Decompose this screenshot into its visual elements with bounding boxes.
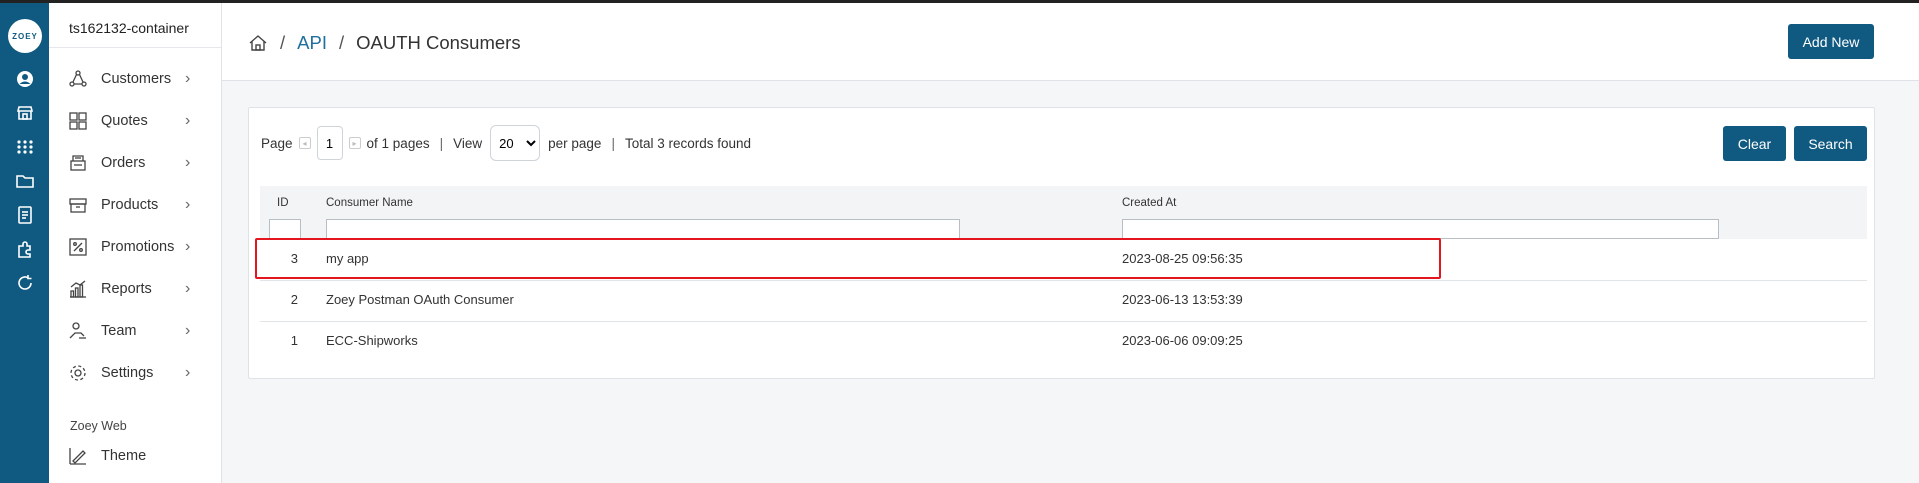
- quotes-grid-icon: [67, 110, 89, 132]
- document-icon[interactable]: [14, 204, 36, 226]
- per-page-select[interactable]: 20: [490, 125, 541, 161]
- pager-separator: |: [611, 135, 615, 151]
- pager-separator: |: [439, 135, 444, 151]
- table-header: ID Consumer Name Created At: [260, 186, 1867, 239]
- column-header-created-at[interactable]: Created At: [1122, 197, 1176, 209]
- chevron-right-icon: ›: [185, 112, 191, 129]
- sidebar-item-orders[interactable]: Orders ›: [49, 144, 221, 182]
- search-button[interactable]: Search: [1794, 126, 1867, 161]
- page-header: / API / OAUTH Consumers Add New: [222, 3, 1919, 81]
- sidebar-item-settings[interactable]: Settings ›: [49, 354, 221, 392]
- storefront-icon[interactable]: [14, 102, 36, 124]
- chevron-right-icon: ›: [185, 280, 191, 297]
- row-id: 1: [290, 333, 298, 348]
- row-id: 2: [290, 292, 298, 307]
- sidebar-item-label: Team: [101, 323, 137, 339]
- chevron-right-icon: ›: [185, 70, 191, 87]
- id-filter-input[interactable]: [269, 219, 301, 239]
- chevron-right-icon: ›: [185, 238, 191, 255]
- per-page-label: per page: [548, 135, 602, 151]
- chevron-right-icon: ›: [185, 322, 191, 339]
- zoey-logo[interactable]: ZOEY: [8, 19, 42, 53]
- chevron-right-icon: ›: [185, 364, 191, 381]
- page-label: Page: [261, 135, 293, 151]
- pager: Page ◂ ▸ of 1 pages | View 20 per page |…: [261, 125, 752, 161]
- gear-icon: [67, 362, 89, 384]
- table-row[interactable]: 1 ECC-Shipworks 2023-06-06 09:09:25: [260, 321, 1867, 362]
- prev-page-icon[interactable]: ◂: [298, 137, 311, 149]
- breadcrumb: / API / OAUTH Consumers: [248, 32, 521, 54]
- page-count-text: of 1 pages: [366, 135, 430, 151]
- total-records-text: Total 3 records found: [624, 135, 752, 151]
- next-page-icon[interactable]: ▸: [348, 137, 361, 149]
- clear-button[interactable]: Clear: [1723, 126, 1786, 161]
- view-label: View: [453, 135, 483, 151]
- column-header-id[interactable]: ID: [277, 197, 289, 209]
- sidebar-item-label: Products: [101, 197, 159, 213]
- sidebar-item-label: Customers: [101, 71, 172, 87]
- page-number-input[interactable]: [316, 126, 343, 160]
- breadcrumb-separator: /: [280, 32, 286, 53]
- sidebar-item-label: Reports: [101, 281, 152, 297]
- apps-grid-icon[interactable]: [14, 136, 36, 158]
- theme-brush-icon: [67, 445, 89, 467]
- sidebar-item-team[interactable]: Team ›: [49, 312, 221, 350]
- chevron-right-icon: ›: [185, 196, 191, 213]
- sidebar-item-label: Quotes: [101, 113, 148, 129]
- column-header-consumer-name[interactable]: Consumer Name: [326, 197, 413, 209]
- sidebar: ts162132-container Customers › Quotes › …: [49, 3, 222, 483]
- row-created-at: 2023-06-06 09:09:25: [1122, 333, 1243, 348]
- chevron-right-icon: ›: [185, 154, 191, 171]
- consumer-name-filter-input[interactable]: [326, 219, 960, 239]
- breadcrumb-api-link[interactable]: API: [297, 32, 327, 54]
- sidebar-item-customers[interactable]: Customers ›: [49, 60, 221, 98]
- row-consumer-name: Zoey Postman OAuth Consumer: [326, 292, 514, 307]
- row-consumer-name: ECC-Shipworks: [326, 333, 418, 348]
- products-box-icon: [67, 194, 89, 216]
- icon-rail: ZOEY: [0, 3, 49, 483]
- page-title: OAUTH Consumers: [356, 32, 521, 53]
- row-created-at: 2023-06-13 13:53:39: [1122, 292, 1243, 307]
- sidebar-item-theme[interactable]: Theme: [49, 437, 221, 475]
- orders-box-icon: [67, 152, 89, 174]
- sidebar-section-label: Zoey Web: [70, 419, 127, 433]
- breadcrumb-separator: /: [338, 32, 345, 53]
- sidebar-item-label: Orders: [101, 155, 146, 171]
- sidebar-item-promotions[interactable]: Promotions ›: [49, 228, 221, 266]
- folder-icon[interactable]: [14, 170, 36, 192]
- sidebar-item-quotes[interactable]: Quotes ›: [49, 102, 221, 140]
- table-row[interactable]: 2 Zoey Postman OAuth Consumer 2023-06-13…: [260, 280, 1867, 322]
- percent-tag-icon: [67, 236, 89, 258]
- team-hand-icon: [67, 320, 89, 342]
- sidebar-item-products[interactable]: Products ›: [49, 186, 221, 224]
- sidebar-item-label: Promotions: [101, 239, 175, 255]
- row-highlight-box: [255, 238, 1441, 279]
- home-icon[interactable]: [248, 33, 268, 53]
- people-network-icon: [67, 68, 89, 90]
- user-circle-icon[interactable]: [14, 68, 36, 90]
- created-at-filter-input[interactable]: [1122, 219, 1719, 239]
- add-new-button[interactable]: Add New: [1788, 24, 1874, 59]
- divider: [49, 47, 221, 48]
- sync-icon[interactable]: [14, 272, 36, 294]
- sidebar-item-label: Settings: [101, 365, 154, 381]
- bar-chart-icon: [67, 278, 89, 300]
- puzzle-icon[interactable]: [14, 238, 36, 260]
- store-name[interactable]: ts162132-container: [69, 20, 189, 36]
- sidebar-item-label: Theme: [101, 448, 147, 464]
- sidebar-item-reports[interactable]: Reports ›: [49, 270, 221, 308]
